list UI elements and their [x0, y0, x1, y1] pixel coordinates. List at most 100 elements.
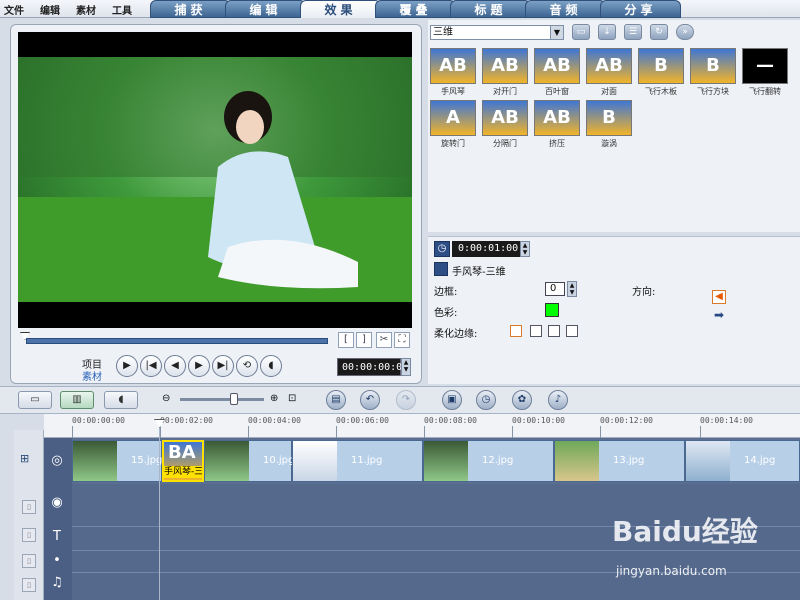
- insert-media-icon[interactable]: ▤: [326, 390, 346, 410]
- soften-strong-button[interactable]: [566, 325, 578, 337]
- audio-mixer-icon[interactable]: ✿: [512, 390, 532, 410]
- enlarge-icon[interactable]: ⛶: [394, 332, 410, 348]
- timeline-clip[interactable]: 11.jpg: [292, 440, 423, 482]
- timeline-clip[interactable]: 14.jpg: [685, 440, 800, 482]
- fit-project-icon[interactable]: ⊡: [288, 393, 296, 404]
- effect-thumbnail: AB: [482, 48, 528, 84]
- storyboard-view-button[interactable]: ▭: [18, 391, 52, 409]
- timeline-clip[interactable]: 10.jpg: [204, 440, 294, 482]
- apply-random-icon[interactable]: ↻: [650, 24, 668, 40]
- play-icon[interactable]: ▶: [116, 355, 138, 377]
- overlay-track-icon[interactable]: ◉: [48, 494, 66, 512]
- ruler-tick: [600, 426, 601, 438]
- soften-weak-button[interactable]: [530, 325, 542, 337]
- lock-icon[interactable]: ▯: [22, 578, 36, 592]
- zoom-in-icon[interactable]: ⊕: [270, 393, 278, 404]
- auto-music-icon[interactable]: ♪: [548, 390, 568, 410]
- smart-proxy-icon[interactable]: ◷: [476, 390, 496, 410]
- lock-icon[interactable]: ▯: [22, 528, 36, 542]
- effect-thumbnail: B: [586, 100, 632, 136]
- effect-item[interactable]: AB 对开门: [482, 48, 528, 100]
- timeline-view-button[interactable]: ▥: [60, 391, 94, 409]
- direction-right-icon[interactable]: ➡: [712, 308, 726, 322]
- redo-icon[interactable]: ↷: [396, 390, 416, 410]
- next-frame-icon[interactable]: ▶: [188, 355, 210, 377]
- clip-mode-label[interactable]: 素材: [82, 368, 102, 383]
- direction-left-icon[interactable]: ◀: [712, 290, 726, 304]
- effect-thumbnail: —: [742, 48, 788, 84]
- tab-overlay[interactable]: 覆叠: [375, 0, 456, 18]
- effect-item[interactable]: B 漩涡: [586, 100, 632, 152]
- voice-track-icon[interactable]: •: [48, 552, 66, 570]
- audio-view-button[interactable]: ◖: [104, 391, 138, 409]
- tab-title[interactable]: 标题: [450, 0, 531, 18]
- menu-file[interactable]: 文件: [4, 2, 24, 17]
- duration-spinner[interactable]: ▲ ▼: [520, 241, 530, 257]
- music-track-icon[interactable]: ♫: [48, 574, 66, 592]
- expand-icon[interactable]: »: [676, 24, 694, 40]
- effect-item[interactable]: AB 对面: [586, 48, 632, 100]
- menu-clip[interactable]: 素材: [76, 2, 96, 17]
- scrubber-track[interactable]: [26, 338, 328, 344]
- effect-name: 飞行木板: [645, 87, 677, 96]
- border-field[interactable]: 0: [545, 282, 565, 296]
- timeline-clip[interactable]: 12.jpg: [423, 440, 554, 482]
- tab-share[interactable]: 分享: [600, 0, 681, 18]
- transition-clip[interactable]: BA 手风琴-三维: [162, 440, 204, 482]
- preview-scrubber[interactable]: [18, 332, 330, 348]
- zoom-out-icon[interactable]: ⊖: [162, 393, 170, 404]
- timeline-clip[interactable]: 13.jpg: [554, 440, 685, 482]
- tab-effect[interactable]: 效果: [300, 0, 381, 18]
- undo-icon[interactable]: ↶: [360, 390, 380, 410]
- soften-medium-button[interactable]: [548, 325, 560, 337]
- tab-capture[interactable]: 捕获: [150, 0, 231, 18]
- effect-item[interactable]: AB 挤压: [534, 100, 580, 152]
- mark-out-button[interactable]: ]: [356, 332, 372, 348]
- ruler-tick: [424, 426, 425, 438]
- preview-timecode[interactable]: 00:00:00:00: [337, 358, 408, 376]
- effect-item[interactable]: B 飞行木板: [638, 48, 684, 100]
- effect-item[interactable]: — 飞行翻转: [742, 48, 788, 100]
- video-track-icon[interactable]: ◎: [48, 452, 66, 470]
- chevron-down-icon[interactable]: ▼: [550, 26, 563, 39]
- zoom-slider-handle[interactable]: [230, 393, 238, 405]
- tab-edit[interactable]: 编辑: [225, 0, 306, 18]
- timeline-ruler[interactable]: [44, 414, 800, 438]
- previous-frame-icon[interactable]: ◀: [164, 355, 186, 377]
- effect-item[interactable]: B 飞行方块: [690, 48, 736, 100]
- volume-icon[interactable]: ◖: [260, 355, 282, 377]
- zoom-slider-track[interactable]: [180, 398, 264, 401]
- effect-item[interactable]: AB 分隔门: [482, 100, 528, 152]
- duration-field[interactable]: 0:00:01:00: [452, 241, 520, 257]
- menu-edit[interactable]: 编辑: [40, 2, 60, 17]
- clip-label: 13.jpg: [613, 455, 645, 466]
- effect-item[interactable]: AB 手风琴: [430, 48, 476, 100]
- library-manager-icon[interactable]: ☰: [624, 24, 642, 40]
- ruler-label: 00:00:08:00: [424, 416, 477, 425]
- timecode-spinner[interactable]: ▲ ▼: [401, 358, 411, 376]
- effect-item[interactable]: A 旋转门: [430, 100, 476, 152]
- track-manager-icon[interactable]: ⊞: [20, 452, 29, 465]
- import-icon[interactable]: ↓: [598, 24, 616, 40]
- step-tabs: 捕获 编辑 效果 覆叠 标题 音频 分享: [150, 0, 681, 18]
- timeline-clip[interactable]: 15.jpg: [72, 440, 162, 482]
- home-icon[interactable]: |◀: [140, 355, 162, 377]
- end-icon[interactable]: ▶|: [212, 355, 234, 377]
- mark-in-button[interactable]: [: [338, 332, 354, 348]
- color-swatch[interactable]: [545, 303, 559, 317]
- effect-name: 百叶窗: [545, 87, 569, 96]
- tab-audio[interactable]: 音频: [525, 0, 606, 18]
- effect-category-select[interactable]: 三维 ▼: [430, 25, 564, 40]
- record-capture-icon[interactable]: ▣: [442, 390, 462, 410]
- menu-tools[interactable]: 工具: [112, 2, 132, 17]
- soften-none-button[interactable]: [510, 325, 522, 337]
- lock-icon[interactable]: ▯: [22, 500, 36, 514]
- border-spinner[interactable]: ▲ ▼: [567, 281, 577, 297]
- ruler-label: 00:00:14:00: [700, 416, 753, 425]
- lock-icon[interactable]: ▯: [22, 554, 36, 568]
- title-track-icon[interactable]: T: [48, 528, 66, 546]
- effect-item[interactable]: AB 百叶窗: [534, 48, 580, 100]
- repeat-icon[interactable]: ⟲: [236, 355, 258, 377]
- folder-icon[interactable]: ▭: [572, 24, 590, 40]
- scissors-icon[interactable]: ✂: [376, 332, 392, 348]
